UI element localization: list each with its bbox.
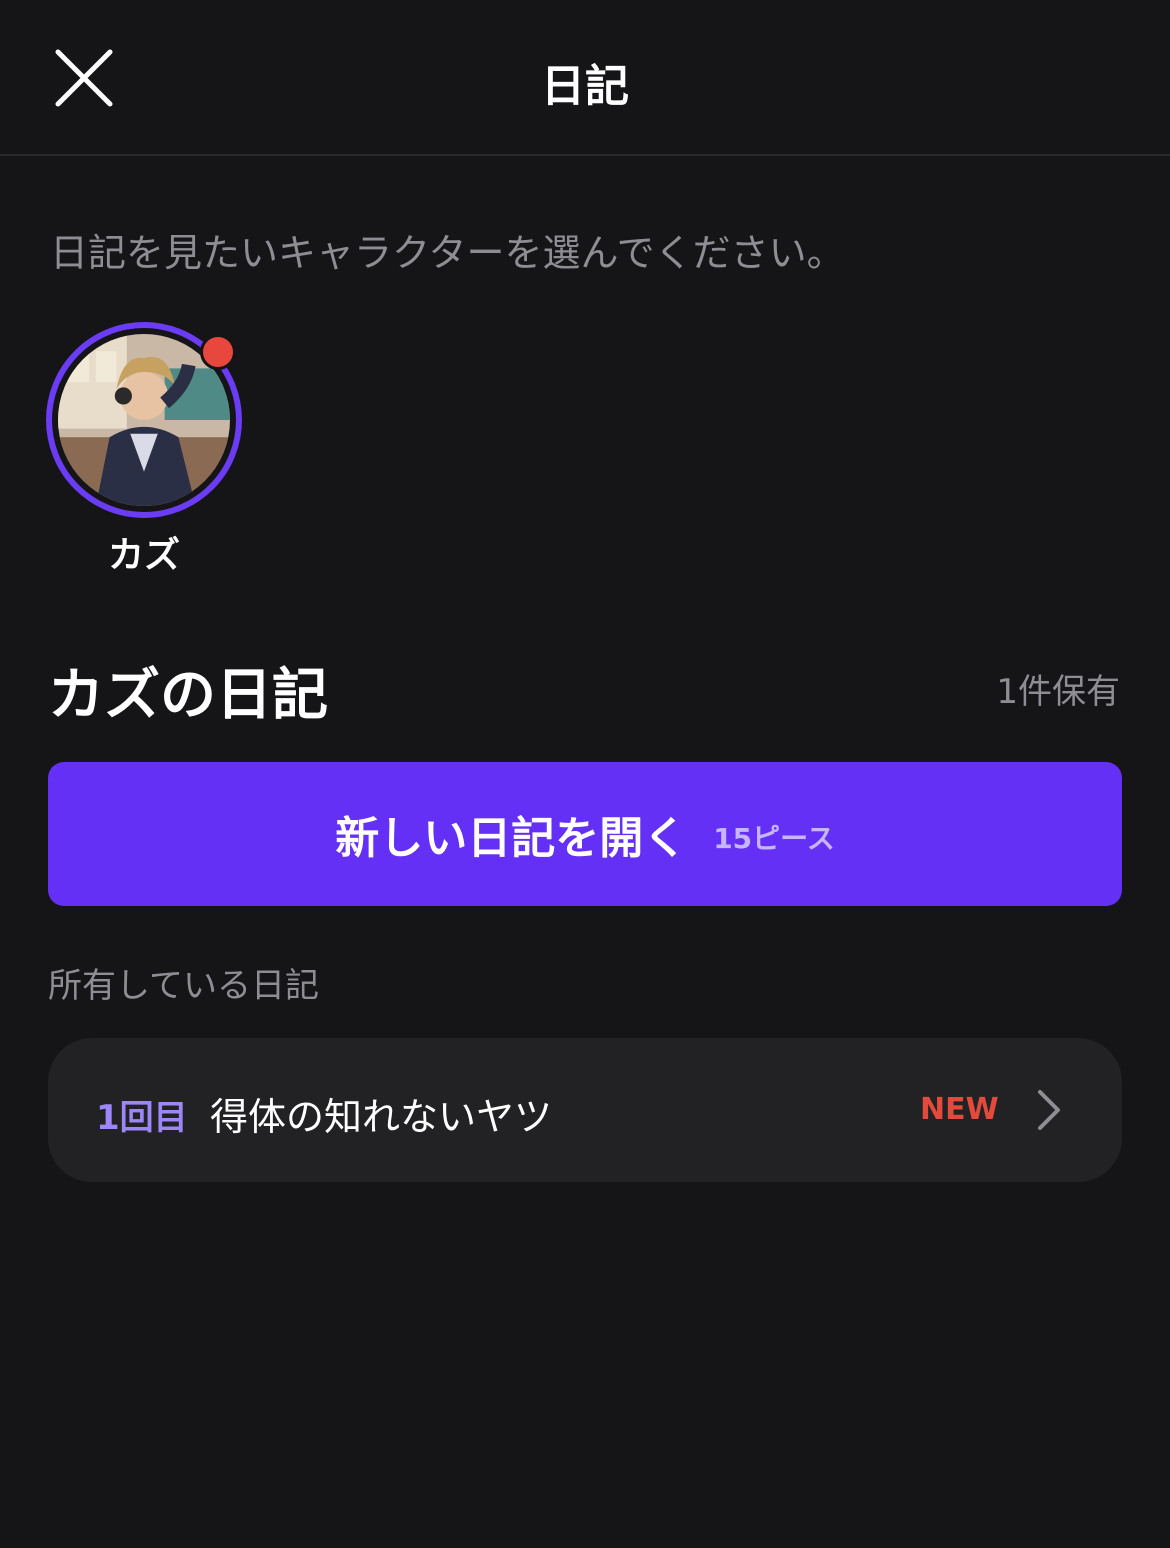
page-title: 日記 xyxy=(541,61,629,112)
instruction-text: 日記を見たいキャラクターを選んでください。 xyxy=(50,231,845,275)
character-name: カズ xyxy=(107,535,180,576)
diary-screen: 日記 日記を見たいキャラクターを選んでください。 カズ カズの日記 1件保有 新… xyxy=(0,0,1170,1548)
character-kazu[interactable]: カズ xyxy=(46,322,242,578)
episode-label: 1回目 xyxy=(96,1098,188,1138)
unread-indicator xyxy=(200,334,236,370)
owned-diaries-heading: 所有している日記 xyxy=(48,966,319,1006)
open-button-cost: 15ピース xyxy=(713,822,835,855)
chevron-right-icon xyxy=(1038,1090,1060,1130)
new-badge: NEW xyxy=(920,1092,999,1127)
diary-section-title: カズの日記 xyxy=(48,663,328,728)
avatar-ring xyxy=(46,322,242,518)
diary-list-item[interactable]: 1回目 得体の知れないヤツ NEW xyxy=(48,1038,1122,1182)
header: 日記 xyxy=(0,0,1170,156)
diary-entry-title: 得体の知れないヤツ xyxy=(210,1095,553,1139)
open-new-diary-button[interactable]: 新しい日記を開く 15ピース xyxy=(48,762,1122,906)
open-button-label: 新しい日記を開く xyxy=(335,813,688,864)
owned-count: 1件保有 xyxy=(996,672,1120,712)
